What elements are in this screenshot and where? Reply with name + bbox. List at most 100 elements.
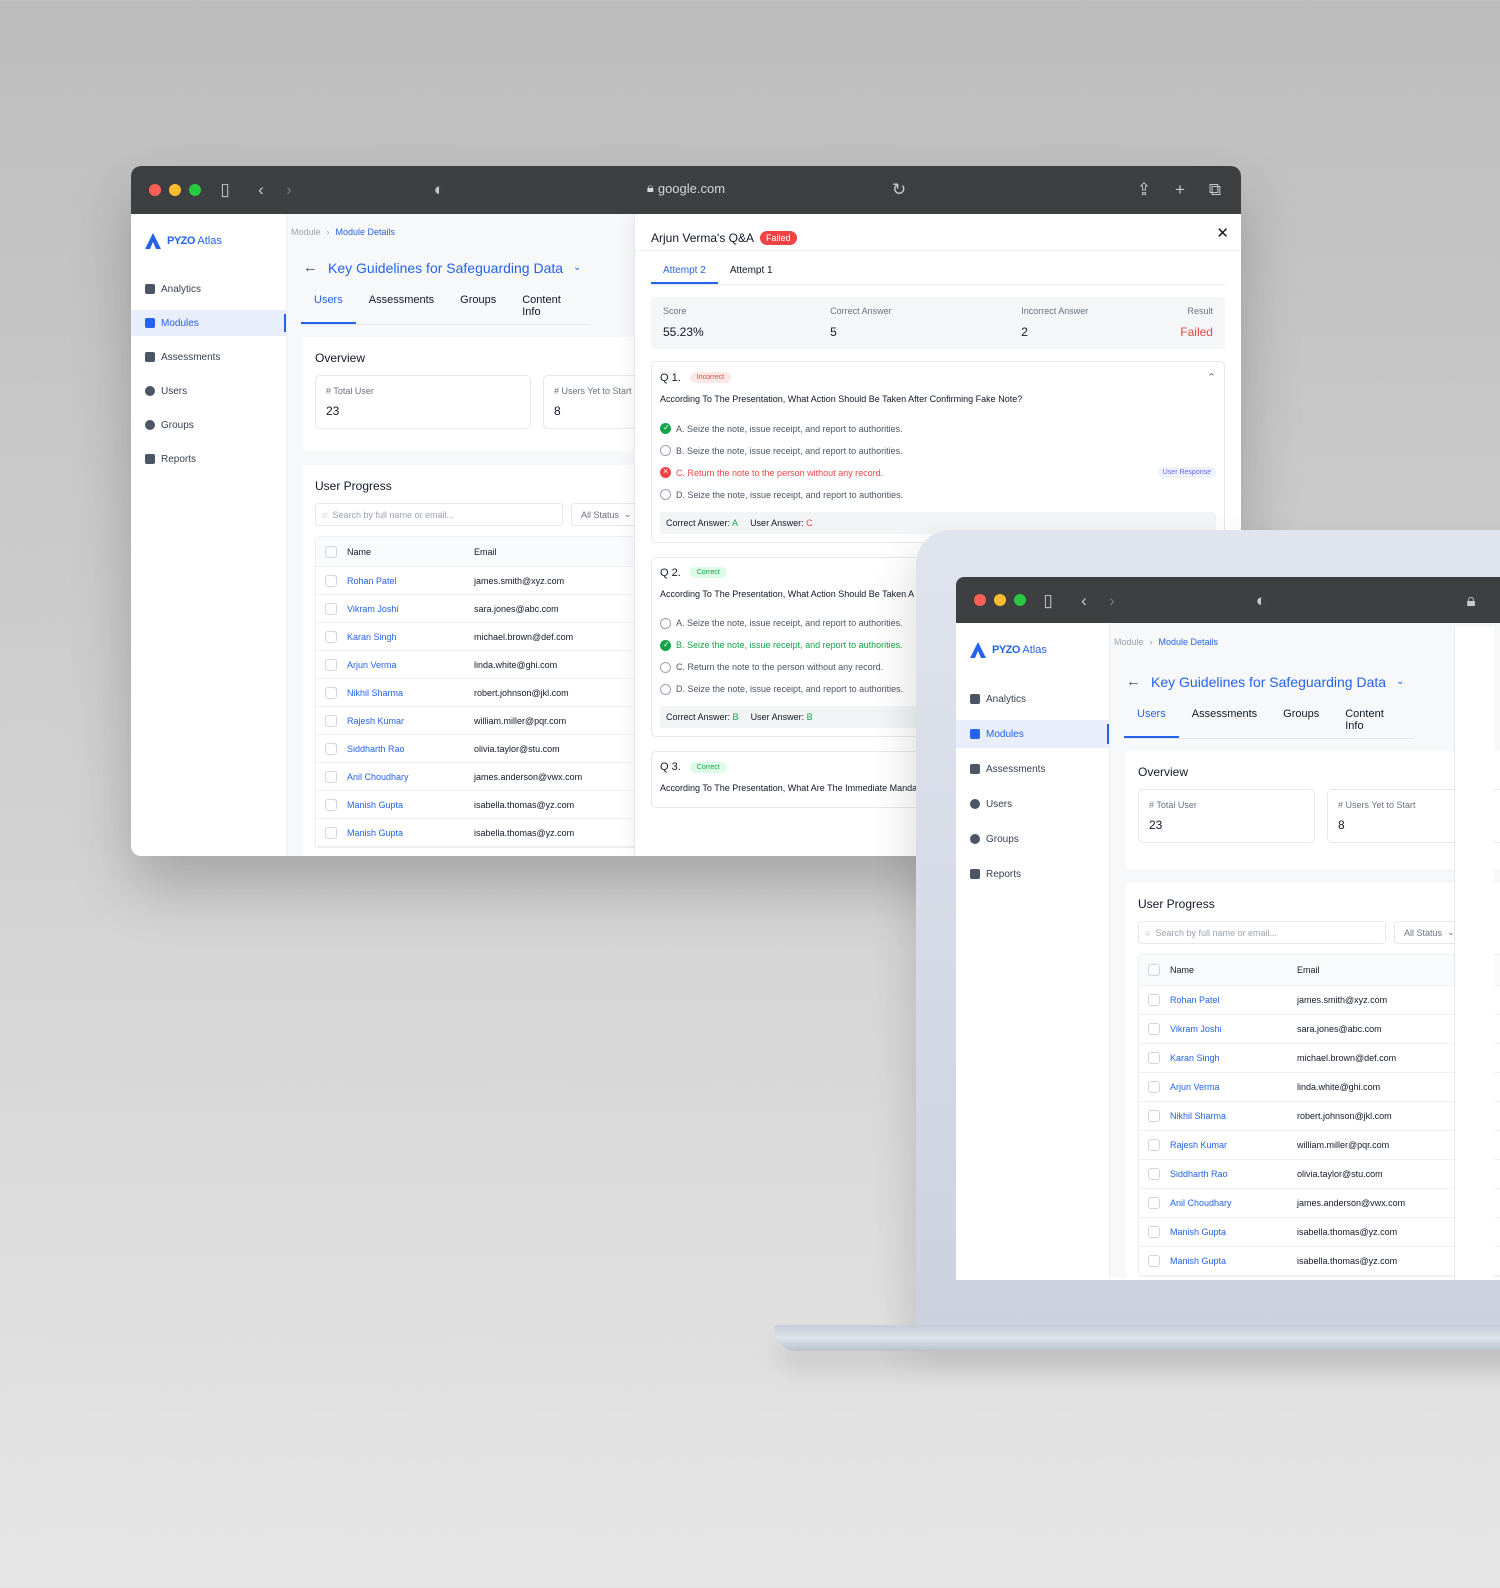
sidebar-item-assessments[interactable]: Assessments bbox=[131, 344, 286, 370]
search-input[interactable]: ○ Search by full name or email... bbox=[1138, 921, 1386, 944]
user-name-link[interactable]: Anil Choudhary bbox=[347, 772, 474, 782]
tab-content-info[interactable]: Content Info bbox=[509, 294, 591, 324]
row-checkbox[interactable] bbox=[325, 574, 337, 587]
table-row[interactable]: Siddharth Rao olivia.taylor@stu.com bbox=[1139, 1160, 1500, 1189]
table-row[interactable]: Manish Gupta isabella.thomas@yz.com bbox=[1139, 1247, 1500, 1276]
back-arrow-icon[interactable]: ← bbox=[1126, 673, 1141, 690]
user-name-link[interactable]: Manish Gupta bbox=[1170, 1227, 1297, 1237]
status-filter-select[interactable]: All Status ⌄ bbox=[571, 503, 641, 526]
sidebar-item-groups[interactable]: Groups bbox=[956, 825, 1109, 853]
sidebar-item-analytics[interactable]: Analytics bbox=[131, 276, 286, 302]
row-checkbox[interactable] bbox=[325, 658, 337, 671]
row-checkbox[interactable] bbox=[325, 742, 337, 755]
row-checkbox[interactable] bbox=[325, 630, 337, 643]
minimize-window-button[interactable] bbox=[994, 594, 1006, 606]
user-name-link[interactable]: Manish Gupta bbox=[1170, 1256, 1297, 1266]
sidebar-item-modules[interactable]: Modules bbox=[131, 310, 286, 336]
tabs-overview-icon[interactable]: ⧉ bbox=[1205, 180, 1225, 200]
sidebar-item-modules[interactable]: Modules bbox=[956, 720, 1109, 748]
tab-assessments[interactable]: Assessments bbox=[356, 294, 447, 324]
share-icon[interactable]: ⇪ bbox=[1134, 180, 1154, 200]
select-all-checkbox[interactable] bbox=[1148, 964, 1160, 976]
forward-nav-icon[interactable]: › bbox=[1102, 591, 1122, 611]
tab-attempt-2[interactable]: Attempt 2 bbox=[651, 265, 718, 284]
user-name-link[interactable]: Karan Singh bbox=[1170, 1053, 1297, 1063]
row-checkbox[interactable] bbox=[1148, 994, 1160, 1006]
row-checkbox[interactable] bbox=[325, 686, 337, 699]
close-icon[interactable]: ✕ bbox=[1216, 224, 1229, 242]
row-checkbox[interactable] bbox=[325, 826, 337, 839]
table-row[interactable]: Anil Choudhary james.anderson@vwx.com bbox=[1139, 1189, 1500, 1218]
user-name-link[interactable]: Siddharth Rao bbox=[347, 744, 474, 754]
back-arrow-icon[interactable]: ← bbox=[303, 259, 318, 276]
row-checkbox[interactable] bbox=[1148, 1168, 1160, 1180]
search-input[interactable]: ○ Search by full name or email... bbox=[315, 503, 563, 526]
row-checkbox[interactable] bbox=[1148, 1110, 1160, 1122]
sidebar-item-users[interactable]: Users bbox=[131, 378, 286, 404]
table-row[interactable]: Karan Singh michael.brown@def.com bbox=[1139, 1044, 1500, 1073]
chevron-up-icon[interactable]: ⌃ bbox=[1207, 371, 1216, 384]
row-checkbox[interactable] bbox=[1148, 1226, 1160, 1238]
shield-icon[interactable]: ◐ bbox=[1251, 591, 1271, 611]
sidebar-toggle-icon[interactable]: ▯ bbox=[1038, 591, 1058, 611]
close-window-button[interactable] bbox=[974, 594, 986, 606]
reload-icon[interactable]: ↻ bbox=[889, 180, 909, 200]
user-name-link[interactable]: Rajesh Kumar bbox=[1170, 1140, 1297, 1150]
user-name-link[interactable]: Manish Gupta bbox=[347, 800, 474, 810]
column-header-email[interactable]: Email bbox=[474, 547, 497, 557]
table-row[interactable]: Rajesh Kumar william.miller@pqr.com bbox=[1139, 1131, 1500, 1160]
back-nav-icon[interactable]: ‹ bbox=[1074, 591, 1094, 611]
minimize-window-button[interactable] bbox=[169, 184, 181, 196]
row-checkbox[interactable] bbox=[1148, 1255, 1160, 1267]
row-checkbox[interactable] bbox=[1148, 1139, 1160, 1151]
row-checkbox[interactable] bbox=[325, 770, 337, 783]
tab-groups[interactable]: Groups bbox=[447, 294, 509, 324]
table-row[interactable]: Manish Gupta isabella.thomas@yz.com bbox=[1139, 1218, 1500, 1247]
user-name-link[interactable]: Nikhil Sharma bbox=[347, 688, 474, 698]
row-checkbox[interactable] bbox=[1148, 1023, 1160, 1035]
back-nav-icon[interactable]: ‹ bbox=[251, 180, 271, 200]
table-row[interactable]: Vikram Joshi sara.jones@abc.com bbox=[1139, 1015, 1500, 1044]
maximize-window-button[interactable] bbox=[1014, 594, 1026, 606]
user-name-link[interactable]: Arjun Verma bbox=[347, 660, 474, 670]
row-checkbox[interactable] bbox=[325, 602, 337, 615]
tab-assessments[interactable]: Assessments bbox=[1179, 708, 1270, 738]
sidebar-item-users[interactable]: Users bbox=[956, 790, 1109, 818]
row-checkbox[interactable] bbox=[1148, 1052, 1160, 1064]
user-name-link[interactable]: Vikram Joshi bbox=[347, 604, 474, 614]
app-logo[interactable]: PYZO Atlas bbox=[956, 637, 1109, 663]
user-name-link[interactable]: Rohan Patel bbox=[347, 576, 474, 586]
tab-users[interactable]: Users bbox=[1124, 708, 1179, 738]
tab-attempt-1[interactable]: Attempt 1 bbox=[718, 265, 785, 284]
row-checkbox[interactable] bbox=[325, 798, 337, 811]
user-name-link[interactable]: Arjun Verma bbox=[1170, 1082, 1297, 1092]
select-all-checkbox[interactable] bbox=[325, 545, 337, 558]
sidebar-item-reports[interactable]: Reports bbox=[956, 860, 1109, 888]
address-bar[interactable]: 🔒︎ google.com bbox=[647, 180, 725, 196]
table-row[interactable]: Nikhil Sharma robert.johnson@jkl.com bbox=[1139, 1102, 1500, 1131]
sidebar-item-analytics[interactable]: Analytics bbox=[956, 685, 1109, 713]
user-name-link[interactable]: Anil Choudhary bbox=[1170, 1198, 1297, 1208]
table-row[interactable]: Rohan Patel james.smith@xyz.com bbox=[1139, 986, 1500, 1015]
sidebar-item-groups[interactable]: Groups bbox=[131, 412, 286, 438]
new-tab-icon[interactable]: + bbox=[1170, 180, 1190, 200]
forward-nav-icon[interactable]: › bbox=[279, 180, 299, 200]
tab-groups[interactable]: Groups bbox=[1270, 708, 1332, 738]
column-header-name[interactable]: Name bbox=[1170, 965, 1297, 975]
close-window-button[interactable] bbox=[149, 184, 161, 196]
column-header-name[interactable]: Name bbox=[347, 547, 474, 557]
row-checkbox[interactable] bbox=[325, 714, 337, 727]
sidebar-item-reports[interactable]: Reports bbox=[131, 446, 286, 472]
user-name-link[interactable]: Rajesh Kumar bbox=[347, 716, 474, 726]
column-header-email[interactable]: Email bbox=[1297, 965, 1320, 975]
app-logo[interactable]: PYZO Atlas bbox=[131, 228, 286, 254]
chevron-down-icon[interactable]: ⌄ bbox=[573, 262, 581, 273]
sidebar-toggle-icon[interactable]: ▯ bbox=[215, 180, 235, 200]
chevron-down-icon[interactable]: ⌄ bbox=[1396, 676, 1404, 687]
table-row[interactable]: Arjun Verma linda.white@ghi.com bbox=[1139, 1073, 1500, 1102]
row-checkbox[interactable] bbox=[1148, 1081, 1160, 1093]
user-name-link[interactable]: Manish Gupta bbox=[347, 828, 474, 838]
tab-users[interactable]: Users bbox=[301, 294, 356, 324]
breadcrumb-parent[interactable]: Module bbox=[291, 227, 321, 237]
user-name-link[interactable]: Siddharth Rao bbox=[1170, 1169, 1297, 1179]
